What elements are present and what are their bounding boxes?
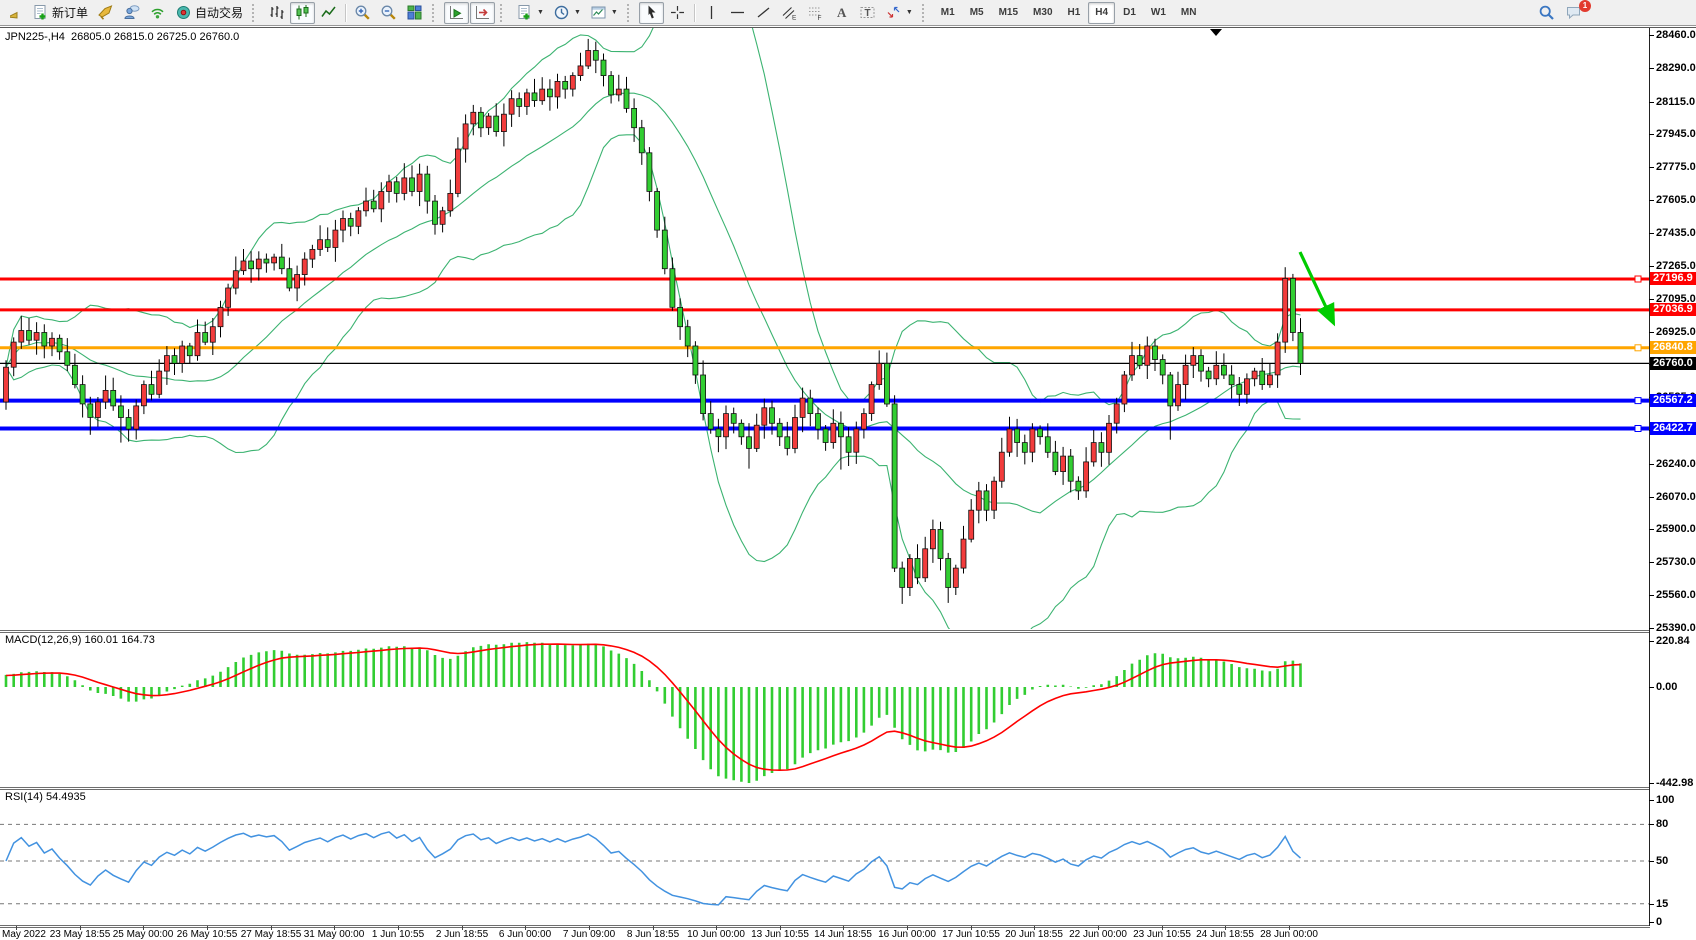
price-axis-tick-mark: [1649, 102, 1654, 103]
time-axis-label: 24 Jun 18:55: [1196, 929, 1254, 940]
price-axis-tick-mark: [1649, 167, 1654, 168]
time-axis-label: 23 May 18:55: [50, 929, 111, 940]
time-axis-label: 7 Jun 09:00: [563, 929, 615, 940]
price-axis-tick: 27605.0: [1656, 194, 1696, 206]
time-axis-label: 13 Jun 10:55: [751, 929, 809, 940]
price-axis-tick: 25730.0: [1656, 556, 1696, 568]
macd-axis-tick-mark: [1649, 687, 1654, 688]
mt4-window: 新订单自动交易▼▼▼EFAT▼M1M5M15M30H1H4D1W1MN1 JPN…: [0, 0, 1696, 940]
rsi-axis-tick: 0: [1656, 916, 1662, 928]
price-axis-tick-mark: [1649, 35, 1654, 36]
time-axis-label: 27 May 18:55: [241, 929, 302, 940]
rsi-indicator-label: RSI(14) 54.4935: [5, 791, 86, 803]
price-axis-tick: 25560.0: [1656, 589, 1696, 601]
price-axis-tick-mark: [1649, 529, 1654, 530]
price-axis-tick-mark: [1649, 266, 1654, 267]
candlestick-layer: [4, 39, 1304, 604]
price-axis-tick: 28290.0: [1656, 62, 1696, 74]
macd-histogram: [6, 642, 1301, 783]
price-level-badge: 26567.2: [1650, 394, 1696, 407]
rsi-axis-tick-mark: [1649, 861, 1654, 862]
price-axis-tick: 27265.0: [1656, 260, 1696, 272]
price-level-badge: 27196.9: [1650, 272, 1696, 285]
price-axis-tick: 25390.0: [1656, 622, 1696, 634]
time-axis-label: 23 Jun 10:55: [1133, 929, 1191, 940]
price-axis-tick: 26240.0: [1656, 458, 1696, 470]
price-axis-tick-mark: [1649, 233, 1654, 234]
chart-shift-marker[interactable]: [1210, 29, 1222, 36]
time-axis-label: 28 Jun 00:00: [1260, 929, 1318, 940]
macd-indicator-label: MACD(12,26,9) 160.01 164.73: [5, 634, 155, 646]
time-axis-label: 16 Jun 00:00: [878, 929, 936, 940]
rsi-axis-tick: 50: [1656, 855, 1668, 867]
time-axis-label: 26 May 10:55: [177, 929, 238, 940]
price-axis-tick: 26925.0: [1656, 326, 1696, 338]
price-axis-tick-mark: [1649, 134, 1654, 135]
macd-axis-tick-mark: [1649, 783, 1654, 784]
time-axis-label: May 2022: [2, 929, 46, 940]
price-axis-tick: 28460.0: [1656, 29, 1696, 41]
rsi-axis-tick-mark: [1649, 800, 1654, 801]
time-axis-label: 20 Jun 18:55: [1005, 929, 1063, 940]
price-axis-tick-mark: [1649, 332, 1654, 333]
price-axis-tick: 28115.0: [1656, 96, 1695, 108]
price-axis-tick-mark: [1649, 68, 1654, 69]
price-axis-tick-mark: [1649, 497, 1654, 498]
rsi-line: [6, 832, 1301, 905]
price-level-badge: 27036.9: [1650, 303, 1696, 316]
time-axis-label: 8 Jun 18:55: [627, 929, 679, 940]
pane-separators: [0, 28, 1696, 928]
chart-title-ohlc: JPN225-,H4 26805.0 26815.0 26725.0 26760…: [5, 31, 239, 43]
chart-canvas[interactable]: [0, 0, 1696, 940]
price-level-badge: 26840.8: [1650, 341, 1696, 354]
time-axis-label: 14 Jun 18:55: [814, 929, 872, 940]
price-axis-tick-mark: [1649, 299, 1654, 300]
price-level-badge: 26422.7: [1650, 422, 1696, 435]
macd-axis-tick: -442.98: [1656, 777, 1693, 789]
rsi-axis-tick: 100: [1656, 794, 1674, 806]
price-axis-tick: 27945.0: [1656, 128, 1696, 140]
rsi-axis-tick-mark: [1649, 904, 1654, 905]
time-axis-label: 22 Jun 00:00: [1069, 929, 1127, 940]
time-axis-label: 10 Jun 00:00: [687, 929, 745, 940]
price-axis-tick: 25900.0: [1656, 523, 1696, 535]
rsi-axis-tick: 80: [1656, 818, 1668, 830]
macd-axis-tick: 0.00: [1656, 681, 1677, 693]
rsi-axis-tick: 15: [1656, 898, 1668, 910]
current-price-badge: 26760.0: [1650, 357, 1696, 370]
time-axis-label: 2 Jun 18:55: [436, 929, 488, 940]
rsi-pane: [0, 824, 1649, 905]
macd-axis-tick-mark: [1649, 641, 1654, 642]
price-axis-tick-mark: [1649, 595, 1654, 596]
price-axis-tick: 27435.0: [1656, 227, 1696, 239]
price-axis-tick-mark: [1649, 562, 1654, 563]
bollinger-bands[interactable]: [6, 0, 1301, 644]
price-axis-tick: 26070.0: [1656, 491, 1696, 503]
time-axis-label: 1 Jun 10:55: [372, 929, 424, 940]
time-axis-label: 6 Jun 00:00: [499, 929, 551, 940]
time-axis-label: 17 Jun 10:55: [942, 929, 1000, 940]
price-axis-tick: 27775.0: [1656, 161, 1696, 173]
time-axis-label: 31 May 00:00: [304, 929, 365, 940]
price-axis-tick-mark: [1649, 628, 1654, 629]
price-axis-tick-mark: [1649, 200, 1654, 201]
rsi-axis-tick-mark: [1649, 922, 1654, 923]
price-axis-tick-mark: [1649, 464, 1654, 465]
rsi-axis-tick-mark: [1649, 824, 1654, 825]
sell-arrow-annotation[interactable]: [1300, 252, 1333, 322]
macd-axis-tick: 220.84: [1656, 635, 1690, 647]
time-axis-label: 25 May 00:00: [113, 929, 174, 940]
